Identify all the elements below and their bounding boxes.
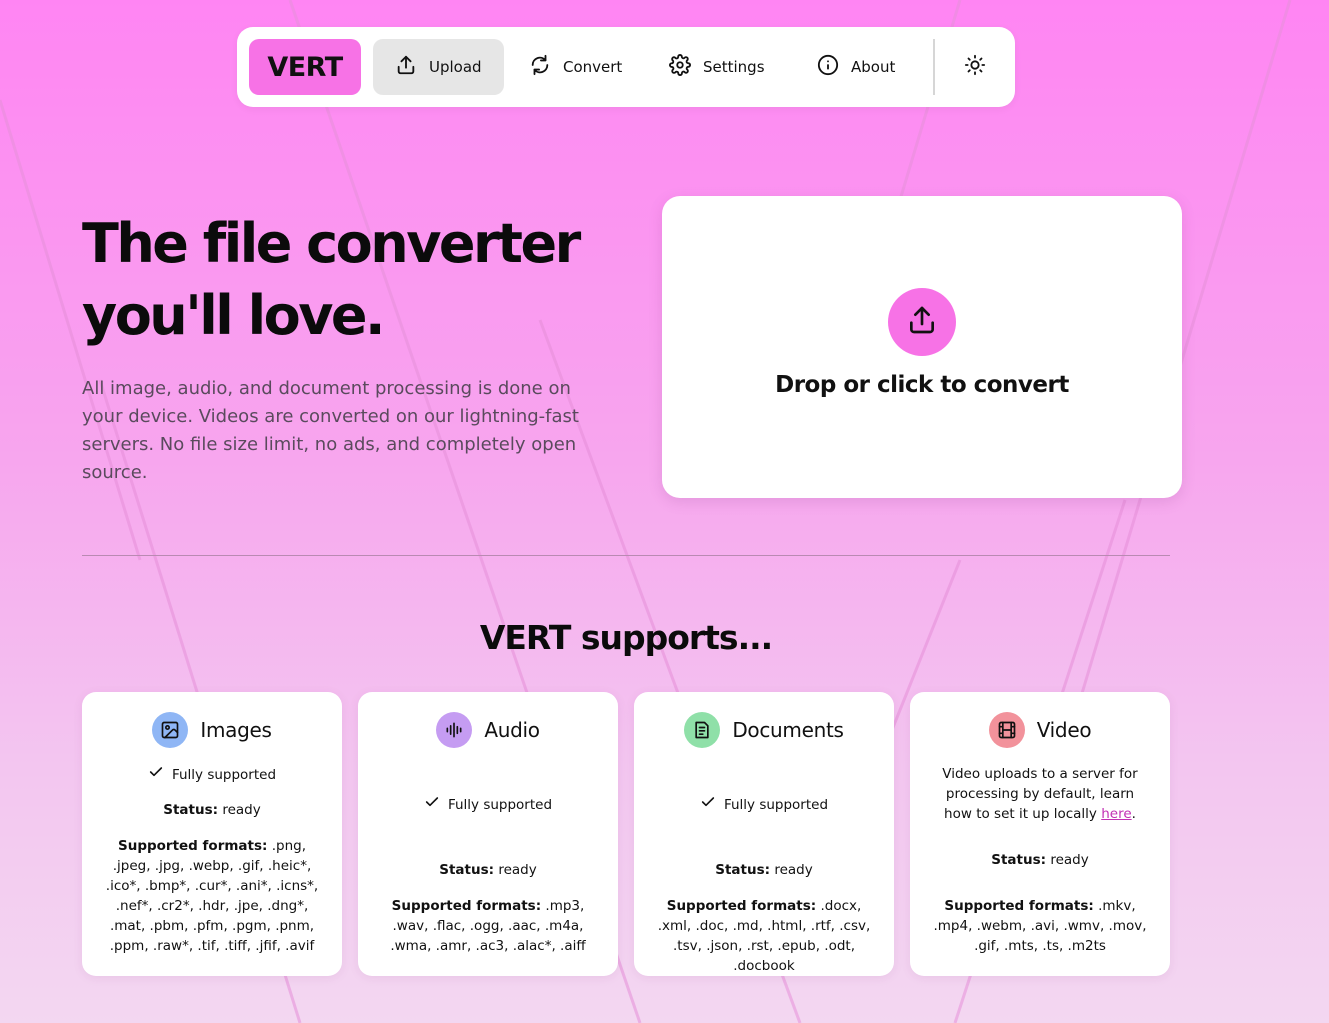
support-status: Fully supported <box>82 764 342 786</box>
status-value: ready <box>222 802 261 818</box>
card-images: Images Fully supported Status: ready Sup… <box>82 692 342 976</box>
info-icon <box>817 54 839 80</box>
setup-locally-link[interactable]: here <box>1101 806 1131 822</box>
dropzone-label: Drop or click to convert <box>775 372 1069 398</box>
nav-convert-label: Convert <box>563 58 623 76</box>
check-icon <box>148 764 164 786</box>
gear-icon <box>669 54 691 80</box>
image-icon <box>152 712 189 748</box>
card-title: Audio <box>484 718 540 742</box>
theme-toggle-button[interactable] <box>957 51 993 83</box>
status-label: Status: <box>163 802 219 818</box>
top-navbar: VERT Upload Convert Settings About <box>237 27 1015 107</box>
nav-settings-label: Settings <box>703 58 765 76</box>
card-documents: Documents Fully supported Status: ready … <box>634 692 894 976</box>
supports-title: VERT supports... <box>479 618 773 657</box>
support-label: Fully supported <box>447 797 553 813</box>
check-icon <box>424 794 440 816</box>
card-status: Status: ready <box>82 800 342 820</box>
upload-icon <box>395 54 417 80</box>
video-note: Video uploads to a server for processing… <box>942 766 1138 822</box>
card-status: Status: ready <box>910 850 1170 870</box>
vert-logo[interactable]: VERT <box>249 39 361 95</box>
formats-label: Supported formats: <box>666 898 817 914</box>
card-header: Video <box>910 712 1170 748</box>
file-dropzone[interactable]: Drop or click to convert <box>662 196 1182 498</box>
hero-title-line2: you'll love. <box>82 284 386 347</box>
card-title: Documents <box>732 718 844 742</box>
card-header: Documents <box>634 712 894 748</box>
card-status: Status: ready <box>358 860 618 880</box>
audio-waveform-icon <box>436 712 473 748</box>
card-status: Status: ready <box>634 860 894 880</box>
formats-label: Supported formats: <box>117 838 268 854</box>
refresh-icon <box>529 54 551 80</box>
status-label: Status: <box>439 862 495 878</box>
nav-upload[interactable]: Upload <box>373 39 504 95</box>
card-audio: Audio Fully supported Status: ready Supp… <box>358 692 618 976</box>
support-label: Fully supported <box>723 797 829 813</box>
support-status: Fully supported <box>358 794 618 816</box>
card-formats: Supported formats: .mp3, .wav, .flac, .o… <box>378 896 598 956</box>
nav-upload-label: Upload <box>429 58 482 76</box>
support-status: Fully supported <box>634 794 894 816</box>
nav-convert[interactable]: Convert <box>507 39 644 95</box>
status-label: Status: <box>991 852 1047 868</box>
hero-title-line1: The file converter <box>82 212 581 275</box>
status-value: ready <box>498 862 537 878</box>
card-title: Video <box>1036 718 1092 742</box>
status-value: ready <box>1050 852 1089 868</box>
section-divider <box>82 555 1170 556</box>
nav-divider <box>933 39 935 95</box>
upload-icon <box>906 304 938 340</box>
status-label: Status: <box>715 862 771 878</box>
card-formats: Supported formats: .mkv, .mp4, .webm, .a… <box>930 896 1150 956</box>
card-formats: Supported formats: .png, .jpeg, .jpg, .w… <box>102 836 322 956</box>
nav-settings[interactable]: Settings <box>647 39 787 95</box>
film-icon <box>988 712 1025 748</box>
formats-value: .png, .jpeg, .jpg, .webp, .gif, .heic*, … <box>105 838 319 954</box>
card-header: Audio <box>358 712 618 748</box>
status-value: ready <box>774 862 813 878</box>
nav-about[interactable]: About <box>795 39 917 95</box>
formats-label: Supported formats: <box>944 898 1094 914</box>
hero-title: The file converter you'll love. <box>82 208 642 352</box>
dropzone-upload-button[interactable] <box>888 288 956 356</box>
card-video: Video Video uploads to a server for proc… <box>910 692 1170 976</box>
support-label: Fully supported <box>171 767 277 783</box>
card-formats: Supported formats: .docx, .xml, .doc, .m… <box>654 896 874 976</box>
card-title: Images <box>200 718 272 742</box>
check-icon <box>700 794 716 816</box>
sun-icon <box>964 54 986 80</box>
formats-label: Supported formats: <box>391 898 542 914</box>
nav-about-label: About <box>851 58 896 76</box>
hero-description: All image, audio, and document processin… <box>82 378 579 483</box>
document-icon <box>684 712 721 748</box>
card-header: Images <box>82 712 342 748</box>
